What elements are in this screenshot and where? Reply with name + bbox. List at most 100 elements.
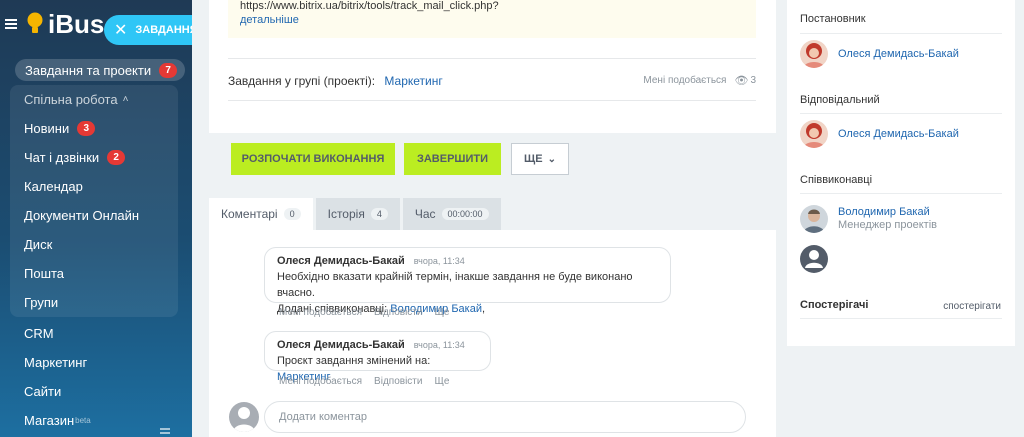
add-comment-row: Додати коментар: [229, 401, 749, 433]
sidebar-item-label: Диск: [24, 237, 53, 252]
observe-link[interactable]: спостерігати: [943, 301, 1001, 312]
comment-more-button[interactable]: Ще: [434, 307, 449, 318]
task-group-row: Завдання у групі (проекті): Маркетинг Ме…: [228, 74, 756, 88]
tab-label: Час: [414, 207, 436, 221]
sidebar-item-label: Завдання та проекти: [25, 62, 152, 78]
collaboration-group: [10, 85, 178, 317]
avatar: [800, 120, 828, 148]
sidebar-settings-icon[interactable]: [160, 428, 170, 434]
sidebar-item-marketing[interactable]: Маркетинг: [24, 355, 87, 370]
close-icon[interactable]: ✕: [114, 20, 127, 40]
task-action-bar: РОЗПОЧАТИ ВИКОНАННЯ ЗАВЕРШИТИ ЩЕ ⌄: [209, 133, 776, 186]
more-details-link[interactable]: детальніше: [240, 13, 744, 27]
task-tabs: Коментарі 0 Історія 4 Час 00:00:00: [209, 198, 504, 230]
sidebar-item-disk[interactable]: Диск: [24, 237, 52, 252]
counter-badge: 3: [77, 121, 96, 136]
participants-title: Співвиконавці: [800, 174, 873, 186]
like-button[interactable]: Мені подобається: [643, 75, 726, 86]
divider: [228, 100, 756, 101]
comment-like-button[interactable]: Мені подобається: [279, 307, 362, 318]
sidebar-item-label: CRM: [24, 326, 54, 341]
task-panel-label: ЗАВДАННЯ: [135, 24, 192, 36]
add-comment-input[interactable]: Додати коментар: [264, 401, 746, 433]
sidebar-item-projects[interactable]: Завдання та проекти 7: [15, 59, 185, 81]
sidebar-item-label: Чат і дзвінки: [24, 150, 100, 165]
tab-counter: 4: [370, 208, 388, 220]
sidebar-item-label: Документи Онлайн: [24, 208, 140, 223]
comment-time: вчора, 11:34: [413, 340, 465, 350]
creator-title: Постановник: [800, 13, 866, 25]
sidebar-item-shop[interactable]: Магазин beta: [24, 413, 91, 428]
counter-badge: 7: [159, 62, 178, 78]
sidebar-item-crm[interactable]: CRM: [24, 326, 54, 341]
add-participant-avatar-icon[interactable]: [800, 245, 828, 273]
divider: [800, 318, 1002, 319]
participant-person[interactable]: Володимир Бакай Менеджер проектів: [800, 205, 937, 233]
beta-label: beta: [75, 416, 91, 425]
eye-icon: 👁: [734, 75, 749, 87]
sidebar-item-groups[interactable]: Групи: [24, 295, 58, 310]
sidebar-item-mail[interactable]: Пошта: [24, 266, 64, 281]
tab-history[interactable]: Історія 4: [315, 198, 400, 230]
tab-comments[interactable]: Коментарі 0: [209, 198, 313, 230]
sidebar-item-documents[interactable]: Документи Онлайн: [24, 208, 139, 223]
task-members-panel: Постановник Олеся Демидась-Бакай Відпові…: [787, 0, 1015, 346]
tab-label: Коментарі: [221, 207, 278, 221]
participant-role: Менеджер проектів: [838, 219, 937, 231]
comment-like-button[interactable]: Мені подобається: [279, 376, 362, 387]
creator-person[interactable]: Олеся Демидась-Бакай: [800, 40, 959, 68]
more-label: ЩЕ: [524, 153, 543, 165]
task-panel-button[interactable]: ✕ ЗАВДАННЯ: [104, 15, 192, 45]
more-actions-button[interactable]: ЩЕ ⌄: [511, 143, 569, 175]
comment-reply-button[interactable]: Відповісти: [374, 376, 422, 387]
comment-more-button[interactable]: Ще: [434, 376, 449, 387]
group-header-collaboration[interactable]: Спільна робота ˄: [24, 92, 128, 107]
responsible-title: Відповідальний: [800, 94, 880, 106]
responsible-name[interactable]: Олеся Демидась-Бакай: [838, 128, 959, 140]
participant-name[interactable]: Володимир Бакай: [838, 206, 937, 218]
sidebar-item-label: Маркетинг: [24, 355, 88, 370]
divider: [800, 113, 1002, 114]
views-count: 3: [750, 75, 756, 86]
observers-title: Спостерігачі: [800, 299, 869, 311]
chevron-up-icon: ˄: [122, 94, 129, 105]
sidebar-item-label: Сайти: [24, 384, 62, 399]
comments-area: Олеся Демидась-Бакай вчора, 11:34 Необхі…: [209, 230, 776, 437]
finish-task-button[interactable]: ЗАВЕРШИТИ: [404, 143, 501, 175]
creator-name[interactable]: Олеся Демидась-Бакай: [838, 48, 959, 60]
avatar: [800, 40, 828, 68]
tab-time[interactable]: Час 00:00:00: [402, 198, 501, 230]
sidebar-item-chat[interactable]: Чат і дзвінки 2: [24, 150, 126, 165]
likes-area: Мені подобається 👁 3: [643, 74, 756, 87]
sidebar-item-label: Новини: [24, 121, 70, 136]
comment-text: ,: [481, 303, 486, 315]
task-card: https://www.bitrix.ua/bitrix/tools/track…: [209, 0, 776, 133]
comment-text: Необхідно вказати крайній термін, інакше…: [277, 271, 633, 299]
divider: [228, 58, 756, 59]
comment-time: вчора, 11:34: [413, 256, 465, 266]
task-description: https://www.bitrix.ua/bitrix/tools/track…: [228, 0, 756, 38]
sidebar-item-sites[interactable]: Сайти: [24, 384, 61, 399]
app-logo[interactable]: iBus: [48, 9, 104, 40]
start-task-button[interactable]: РОЗПОЧАТИ ВИКОНАННЯ: [231, 143, 395, 175]
description-url: https://www.bitrix.ua/bitrix/tools/track…: [240, 0, 499, 12]
group-link[interactable]: Маркетинг: [384, 74, 442, 88]
divider: [800, 33, 1002, 34]
sidebar-item-label: Групи: [24, 295, 59, 310]
responsible-person[interactable]: Олеся Демидась-Бакай: [800, 120, 959, 148]
comment-author[interactable]: Олеся Демидась-Бакай: [277, 255, 405, 267]
sidebar-item-label: Магазин: [24, 413, 75, 428]
comment-reply-button[interactable]: Відповісти: [374, 307, 422, 318]
counter-badge: 2: [107, 150, 126, 165]
menu-icon[interactable]: [5, 19, 17, 29]
sidebar-item-label: Пошта: [24, 266, 65, 281]
chevron-down-icon: ⌄: [547, 153, 556, 165]
comment-author[interactable]: Олеся Демидась-Бакай: [277, 339, 405, 351]
comment-text: Проєкт завдання змінений на:: [277, 355, 431, 367]
sidebar-item-calendar[interactable]: Календар: [24, 179, 83, 194]
sidebar-item-news[interactable]: Новини 3: [24, 121, 96, 136]
user-avatar-icon: [229, 402, 259, 432]
tab-counter: 0: [283, 208, 301, 220]
comment-bubble: Олеся Демидась-Бакай вчора, 11:34 Проєкт…: [264, 331, 491, 383]
tab-label: Історія: [327, 207, 365, 221]
